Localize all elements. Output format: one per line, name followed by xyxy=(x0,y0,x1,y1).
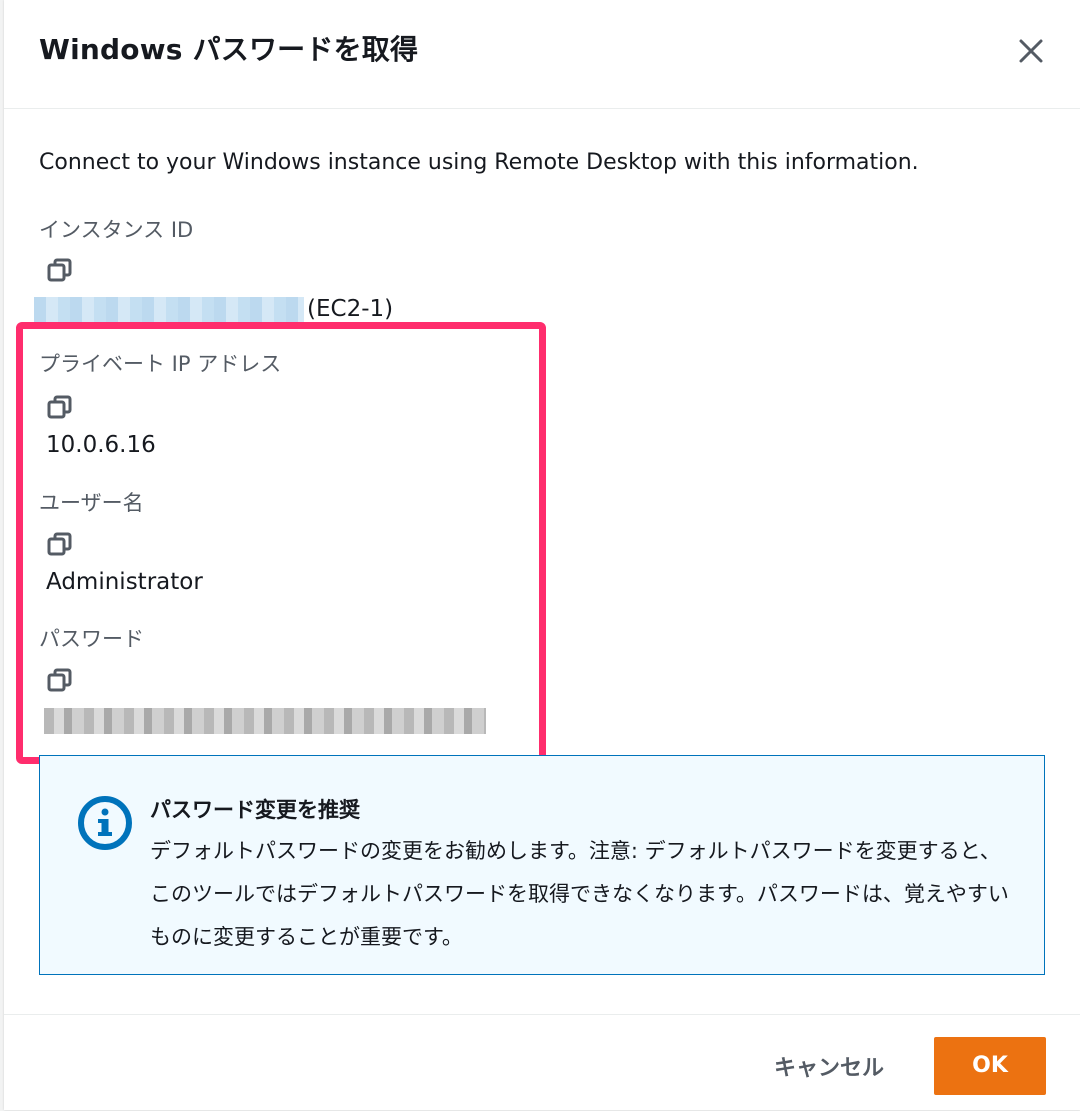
copy-instance-id-button[interactable] xyxy=(46,256,74,284)
get-windows-password-modal: Windows パスワードを取得 Connect to your Windows… xyxy=(4,0,1080,1110)
instance-id-value-masked xyxy=(34,297,304,323)
info-alert: パスワード変更を推奨 デフォルトパスワードの変更をお勧めします。注意: デフォル… xyxy=(39,755,1045,975)
copy-icon xyxy=(47,258,72,282)
copy-icon xyxy=(47,668,72,692)
alert-body: デフォルトパスワードの変更をお勧めします。注意: デフォルトパスワードを変更する… xyxy=(150,839,1009,949)
copy-icon xyxy=(47,395,72,419)
alert-title: パスワード変更を推奨 xyxy=(150,798,360,822)
ok-button[interactable]: OK xyxy=(934,1037,1046,1095)
username-value: Administrator xyxy=(46,569,203,595)
username-label: ユーザー名 xyxy=(39,491,144,515)
modal-description: Connect to your Windows instance using R… xyxy=(39,150,919,175)
password-value-masked xyxy=(44,708,486,734)
info-icon xyxy=(76,794,134,852)
copy-private-ip-button[interactable] xyxy=(46,393,74,421)
instance-id-label: インスタンス ID xyxy=(39,218,194,242)
close-button[interactable] xyxy=(1014,34,1048,68)
cancel-button[interactable]: キャンセル xyxy=(749,1049,909,1089)
modal-title: Windows パスワードを取得 xyxy=(39,33,419,66)
modal-footer: キャンセル OK xyxy=(4,1014,1080,1111)
modal-header: Windows パスワードを取得 xyxy=(4,0,1080,109)
copy-icon xyxy=(47,532,72,556)
password-label: パスワード xyxy=(39,627,144,651)
private-ip-label: プライベート IP アドレス xyxy=(39,352,282,376)
close-icon xyxy=(1019,39,1043,63)
copy-username-button[interactable] xyxy=(46,530,74,558)
highlight-box xyxy=(16,322,546,764)
instance-id-suffix: (EC2-1) xyxy=(307,296,394,322)
copy-password-button[interactable] xyxy=(46,666,74,694)
private-ip-value: 10.0.6.16 xyxy=(46,432,156,458)
